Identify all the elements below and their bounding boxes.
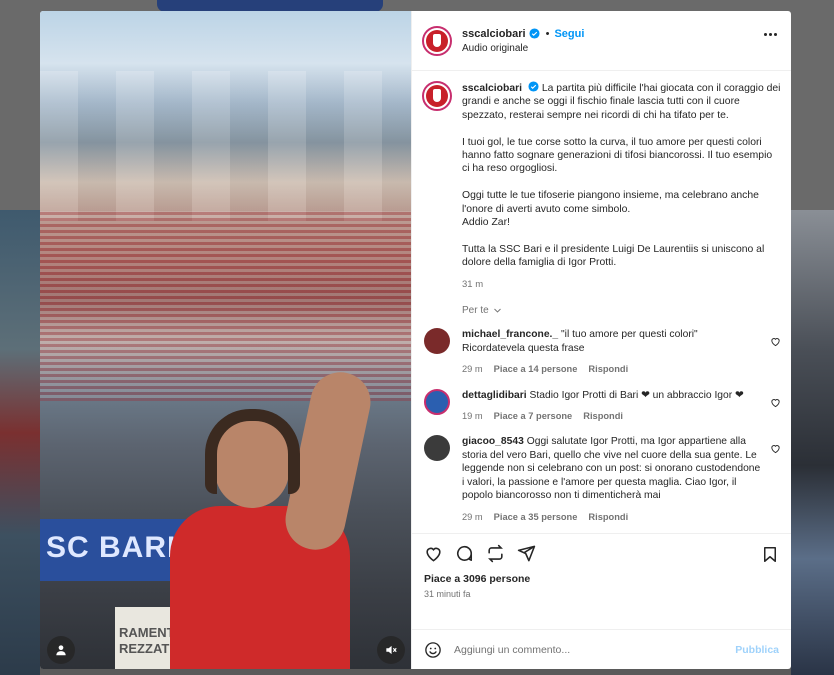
follow-button[interactable]: Segui (554, 28, 584, 40)
comment-input[interactable] (454, 643, 736, 656)
more-icon-dot (769, 33, 772, 36)
avatar[interactable] (424, 435, 450, 462)
comment-content: dettaglidibari Stadio Igor Protti di Bar… (462, 389, 762, 402)
more-options-button[interactable] (764, 33, 777, 36)
caption-paragraph: I tuoi gol, le tue corse sotto la curva,… (462, 136, 773, 175)
send-icon[interactable] (517, 544, 536, 563)
publish-button[interactable]: Pubblica (735, 644, 779, 656)
tagged-users-button[interactable] (47, 636, 75, 664)
comment-meta: 29 m Piace a 35 persone Rispondi (462, 511, 762, 524)
more-icon (764, 33, 767, 36)
comment-icon[interactable] (455, 544, 474, 563)
repost-icon[interactable] (486, 544, 505, 563)
comment-item: giacoo_8543 Oggi salutate Igor Protti, m… (422, 435, 781, 523)
comment-content: michael_francone._ "il tuo amore per que… (462, 328, 762, 355)
comment-composer: Pubblica (412, 629, 791, 669)
see-translation-label: Per te (462, 305, 489, 317)
action-icons (424, 544, 779, 563)
comment-username[interactable]: dettaglidibari (462, 390, 527, 401)
stadium-roof (40, 71, 411, 221)
see-translation-toggle[interactable]: Per te (462, 305, 781, 316)
caption-body: sscalciobari La partita più difficile l'… (462, 81, 781, 291)
verified-icon (529, 28, 540, 39)
comment-likes[interactable]: Piace a 14 persone (494, 363, 578, 376)
comments-scroll[interactable]: sscalciobari La partita più difficile l'… (412, 71, 791, 533)
bookmark-icon[interactable] (761, 545, 779, 564)
comment-time: 19 m (462, 411, 483, 422)
separator-dot: • (545, 27, 550, 40)
post-actions: Piace a 3096 persone 31 minuti fa (412, 533, 791, 629)
post-video[interactable]: SC BARI RAMENT REZZAT (40, 11, 411, 669)
post-caption: sscalciobari La partita più difficile l'… (422, 81, 781, 291)
audio-link[interactable]: Audio originale (462, 43, 584, 54)
heart-icon[interactable] (770, 397, 781, 408)
post-header: sscalciobari • Segui Audio originale (412, 11, 791, 71)
heart-icon[interactable] (770, 336, 781, 347)
comment-text: Stadio Igor Protti di Bari ❤ un abbracci… (529, 389, 744, 401)
heart-icon[interactable] (424, 544, 443, 563)
bari-logo-icon (426, 29, 448, 52)
comment-username[interactable]: giacoo_8543 (462, 436, 524, 447)
avatar[interactable] (422, 81, 452, 111)
reply-button[interactable]: Rispondi (588, 363, 628, 376)
caption-paragraph: Oggi tutte le tue tifoserie piangono ins… (462, 190, 759, 229)
comment-meta: 29 m Piace a 14 persone Rispondi (462, 363, 762, 376)
comment-content: giacoo_8543 Oggi salutate Igor Protti, m… (462, 435, 762, 502)
avatar[interactable] (424, 388, 450, 415)
background-tile-right (791, 210, 834, 675)
post-time: 31 minuti fa (424, 589, 471, 599)
video-banner: SC BARI (40, 519, 190, 581)
caption-paragraph: Tutta la SSC Bari e il presidente Luigi … (462, 243, 765, 269)
mute-icon (386, 645, 397, 655)
background-tile-left (0, 210, 40, 675)
caption-username[interactable]: sscalciobari (462, 83, 522, 94)
avatar[interactable] (422, 25, 452, 56)
comment-item: dettaglidibari Stadio Igor Protti di Bar… (422, 388, 781, 424)
post-modal: SC BARI RAMENT REZZAT sscalciobari • Seg… (40, 11, 791, 669)
reply-button[interactable]: Rispondi (583, 410, 623, 423)
heart-icon[interactable] (770, 443, 781, 454)
comment-likes[interactable]: Piace a 35 persone (494, 511, 578, 524)
caption-time: 31 m (462, 279, 484, 291)
post-username[interactable]: sscalciobari (462, 28, 526, 40)
avatar[interactable] (424, 328, 450, 355)
verified-icon (528, 81, 539, 92)
comment-time: 29 m (462, 511, 483, 522)
comment-time: 29 m (462, 364, 483, 375)
emoji-icon[interactable] (424, 641, 442, 659)
comment-meta: 19 m Piace a 7 persone Rispondi (462, 410, 762, 423)
stadium-crowd (40, 211, 411, 401)
comment-username[interactable]: michael_francone._ (462, 329, 558, 340)
more-icon-dot (774, 33, 777, 36)
caption-paragraph: sscalciobari La partita più difficile l'… (462, 81, 781, 122)
reply-button[interactable]: Rispondi (588, 511, 628, 524)
likes-count[interactable]: Piace a 3096 persone (424, 573, 779, 585)
user-tag-icon (56, 645, 66, 656)
bari-logo-icon (426, 85, 448, 107)
player-hair (205, 409, 300, 494)
comment-item: michael_francone._ "il tuo amore per que… (422, 328, 781, 376)
mute-button[interactable] (377, 636, 405, 664)
post-panel: sscalciobari • Segui Audio originale ssc… (411, 11, 791, 669)
chevron-down-icon (493, 309, 501, 314)
comment-likes[interactable]: Piace a 7 persone (494, 410, 573, 423)
